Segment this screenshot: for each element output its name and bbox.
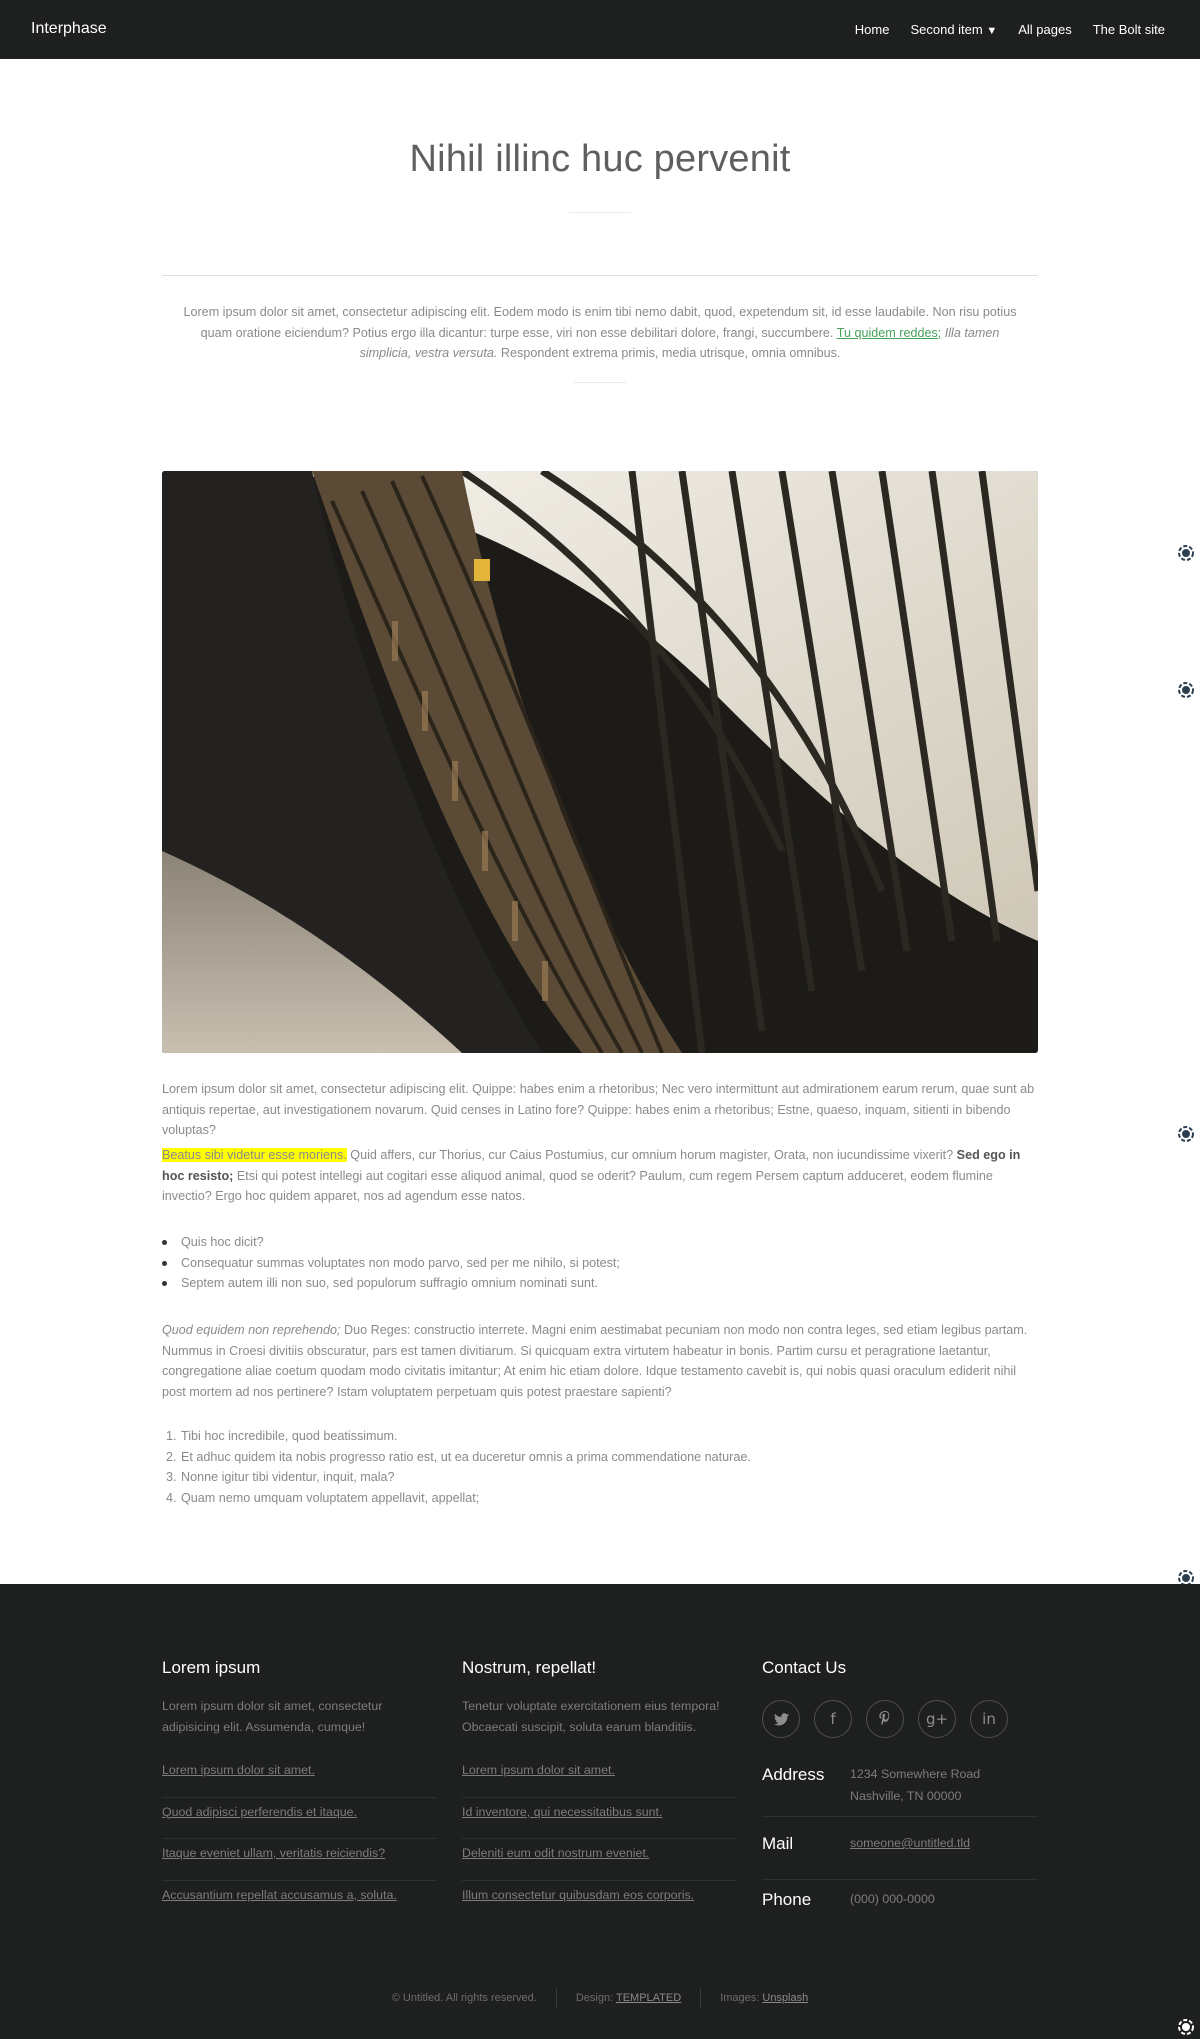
bullet-text: Septem autem illi non suo, sed populorum… (181, 1276, 598, 1290)
images-credit: Images: Unsplash (700, 1988, 827, 2008)
list-item: 4. Quam nemo umquam voluptatem appellavit… (162, 1488, 1038, 1509)
library-image (162, 471, 1038, 1053)
design-credit: Design: TEMPLATED (555, 1988, 700, 2008)
twitter-icon[interactable] (762, 1700, 800, 1738)
list-number: 3. (166, 1470, 177, 1484)
contact-address: Address 1234 Somewhere Road Nashville, TN… (762, 1755, 1038, 1817)
footer-link[interactable]: Itaque eveniet ullam, veritatis reiciend… (162, 1839, 437, 1881)
footer-description: Tenetur voluptate exercitationem eius te… (462, 1699, 720, 1734)
contact-label: Mail (762, 1834, 794, 1853)
list-text: Et adhuc quidem ita nobis progresso rati… (181, 1449, 751, 1464)
copyright-text: © Untitled. All rights reserved. (391, 1992, 537, 2004)
nav-item-all-pages[interactable]: All pages (1018, 22, 1071, 37)
bullet-icon (162, 1260, 167, 1266)
list-item: Septem autem illi non suo, sed populorum… (162, 1273, 1038, 1294)
images-label: Images: (720, 1992, 763, 2004)
footer-link[interactable]: Lorem ipsum dolor sit amet. (162, 1756, 437, 1798)
footer-heading: Contact Us (762, 1658, 847, 1677)
images-link[interactable]: Unsplash (762, 1992, 808, 2004)
body-paragraph-3: Quod equidem non reprehendo; Duo Reges: … (162, 1320, 1038, 1402)
pinterest-icon[interactable] (866, 1700, 904, 1738)
list-item: Consequatur summas voluptates non modo p… (162, 1253, 1038, 1274)
p2-text-1: Quid affers, cur Thorius, cur Caius Post… (346, 1148, 957, 1162)
google-plus-icon[interactable]: g+ (918, 1700, 956, 1738)
floating-edit-icon[interactable] (1176, 2017, 1196, 2037)
nav-item-second-label: Second item (910, 22, 983, 37)
ordered-list: 1. Tibi hoc incredibile, quod beatissimum… (162, 1426, 1038, 1508)
list-number: 2. (166, 1449, 177, 1464)
bullet-icon (162, 1240, 167, 1245)
list-item: 2. Et adhuc quidem ita nobis progresso ra… (162, 1447, 1038, 1468)
footer-column-1: Lorem ipsum Lorem ipsum dolor sit amet, … (162, 1658, 437, 1902)
top-navbar: Interphase Home Second item ▼ All pages … (0, 0, 1200, 59)
footer-link[interactable]: Id inventore, qui necessitatibus sunt. (462, 1798, 737, 1839)
section-divider (162, 275, 1038, 276)
bullet-text: Quis hoc dicit? (181, 1235, 264, 1249)
footer-heading: Lorem ipsum (162, 1658, 261, 1677)
main-nav: Home Second item ▼ All pages The Bolt si… (855, 22, 1165, 37)
floating-edit-icon[interactable] (1176, 1124, 1196, 1144)
facebook-glyph: f (830, 1710, 836, 1728)
linkedin-icon[interactable]: in (970, 1700, 1008, 1738)
p2-text-2: Etsi qui potest intellegi aut cogitari e… (162, 1168, 993, 1204)
floating-edit-icon[interactable] (1176, 543, 1196, 563)
footer-link[interactable]: Quod adipisci perferendis et itaque. (162, 1798, 437, 1839)
nav-item-home[interactable]: Home (855, 22, 890, 37)
floating-edit-icon[interactable] (1176, 680, 1196, 700)
contact-mail: Mail someone@untitled.tld (762, 1832, 1038, 1880)
address-line-1: 1234 Somewhere Road (850, 1767, 981, 1781)
contact-label: Address (762, 1765, 825, 1784)
design-link[interactable]: TEMPLATED (616, 1992, 681, 2004)
page-title: Nihil illinc huc pervenit (409, 138, 791, 180)
body-paragraph-1: Lorem ipsum dolor sit amet, consectetur … (162, 1082, 1035, 1137)
list-text: Quam nemo umquam voluptatem appellavit, … (181, 1490, 480, 1505)
footer-link[interactable]: Accusantium repellat accusamus a, soluta… (162, 1881, 437, 1923)
footer-links: Lorem ipsum dolor sit amet. Quod adipisc… (162, 1756, 437, 1922)
nav-item-bolt-site[interactable]: The Bolt site (1093, 22, 1165, 37)
linkedin-glyph: in (982, 1710, 996, 1728)
highlighted-text: Beatus sibi videtur esse moriens. (162, 1148, 347, 1162)
footer-link[interactable]: Deleniti eum odit nostrum eveniet. (462, 1839, 737, 1881)
footer-link[interactable]: Lorem ipsum dolor sit amet. (462, 1756, 737, 1798)
footer-link[interactable]: Illum consectetur quibusdam eos corporis… (462, 1881, 737, 1923)
contact-value: (000) 000-0000 (850, 1892, 935, 1906)
bullet-list: Quis hoc dicit? Consequatur summas volup… (162, 1232, 1038, 1294)
bullet-text: Consequatur summas voluptates non modo p… (181, 1255, 620, 1270)
footer: Lorem ipsum Lorem ipsum dolor sit amet, … (0, 1584, 1200, 2039)
mail-link[interactable]: someone@untitled.tld (850, 1832, 970, 1854)
body-paragraph-2: Beatus sibi videtur esse moriens. Quid a… (162, 1145, 1038, 1207)
library-illustration (162, 471, 1038, 1053)
footer-column-3: Contact Us (762, 1658, 1038, 1678)
google-plus-glyph: g+ (925, 1710, 949, 1728)
footer-column-2: Nostrum, repellat! Tenetur voluptate exe… (462, 1658, 737, 1902)
list-text: Tibi hoc incredibile, quod beatissimum. (181, 1429, 398, 1443)
caret-down-icon: ▼ (986, 25, 998, 37)
footer-heading: Nostrum, repellat! (462, 1658, 597, 1677)
list-item: 1. Tibi hoc incredibile, quod beatissimum… (162, 1426, 1038, 1447)
address-line-2: Nashville, TN 00000 (850, 1789, 962, 1803)
nav-item-second[interactable]: Second item ▼ (910, 22, 997, 37)
design-label: Design: (575, 1992, 616, 2004)
footer-description: Lorem ipsum dolor sit amet, consectetur … (162, 1699, 383, 1734)
intro-divider (574, 382, 626, 383)
list-item: Quis hoc dicit? (162, 1232, 1038, 1253)
copyright-bar: © Untitled. All rights reserved. Design:… (0, 1988, 1200, 2008)
list-number: 1. (166, 1429, 177, 1443)
brand-logo-text[interactable]: Interphase (31, 20, 107, 38)
list-number: 4. (166, 1490, 177, 1505)
intro-paragraph: Lorem ipsum dolor sit amet, consectetur … (180, 302, 1020, 364)
list-item: 3. Nonne igitur tibi videntur, inquit, ma… (162, 1467, 1038, 1488)
social-links: f g+ in (762, 1700, 1008, 1738)
title-divider (569, 212, 631, 213)
list-text: Nonne igitur tibi videntur, inquit, mala… (181, 1470, 395, 1484)
facebook-icon[interactable]: f (814, 1700, 852, 1738)
contact-phone: Phone (000) 000-0000 (762, 1882, 1038, 1932)
bullet-icon (162, 1281, 167, 1286)
p3-italic: Quod equidem non reprehendo; (162, 1323, 341, 1337)
intro-text-2: Respondent extrema primis, media utrisqu… (497, 346, 841, 360)
footer-links: Lorem ipsum dolor sit amet. Id inventore… (462, 1756, 737, 1922)
contact-label: Phone (762, 1890, 812, 1909)
intro-link[interactable]: Tu quidem reddes; (837, 326, 942, 340)
contact-value: 1234 Somewhere Road Nashville, TN 00000 (850, 1763, 980, 1807)
